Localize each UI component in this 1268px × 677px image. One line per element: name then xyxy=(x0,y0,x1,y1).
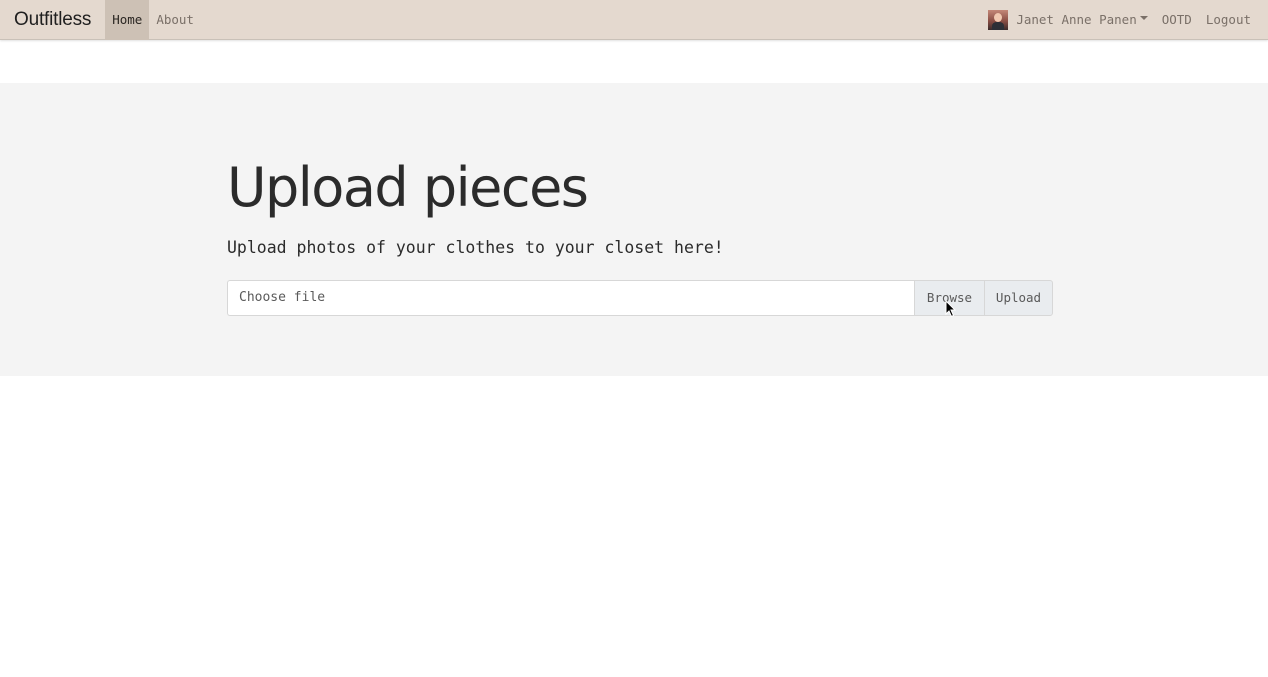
user-menu-dropdown[interactable]: Janet Anne Panen xyxy=(984,0,1154,40)
caret-down-icon xyxy=(1139,15,1148,20)
nav-link-ootd[interactable]: OOTD xyxy=(1155,0,1199,40)
user-name: Janet Anne Panen xyxy=(1016,12,1137,27)
page-title: Upload pieces xyxy=(227,156,589,219)
brand-logo[interactable]: Outfitless xyxy=(0,0,105,40)
mouse-pointer-icon xyxy=(945,300,957,318)
nav-link-logout[interactable]: Logout xyxy=(1199,0,1258,40)
nav-link-home[interactable]: Home xyxy=(105,0,150,40)
upload-input-group: Choose file Browse Upload xyxy=(227,280,1053,316)
upload-button[interactable]: Upload xyxy=(984,280,1053,316)
file-input[interactable]: Choose file xyxy=(227,280,914,316)
page-subtitle: Upload photos of your clothes to your cl… xyxy=(227,238,724,257)
nav-link-about[interactable]: About xyxy=(149,0,201,40)
top-navbar: Outfitless Home About Janet Anne Panen O… xyxy=(0,0,1268,40)
avatar xyxy=(988,9,1009,30)
navbar-right: Janet Anne Panen OOTD Logout xyxy=(984,0,1268,40)
upload-jumbotron: Upload pieces Upload photos of your clot… xyxy=(0,83,1268,376)
